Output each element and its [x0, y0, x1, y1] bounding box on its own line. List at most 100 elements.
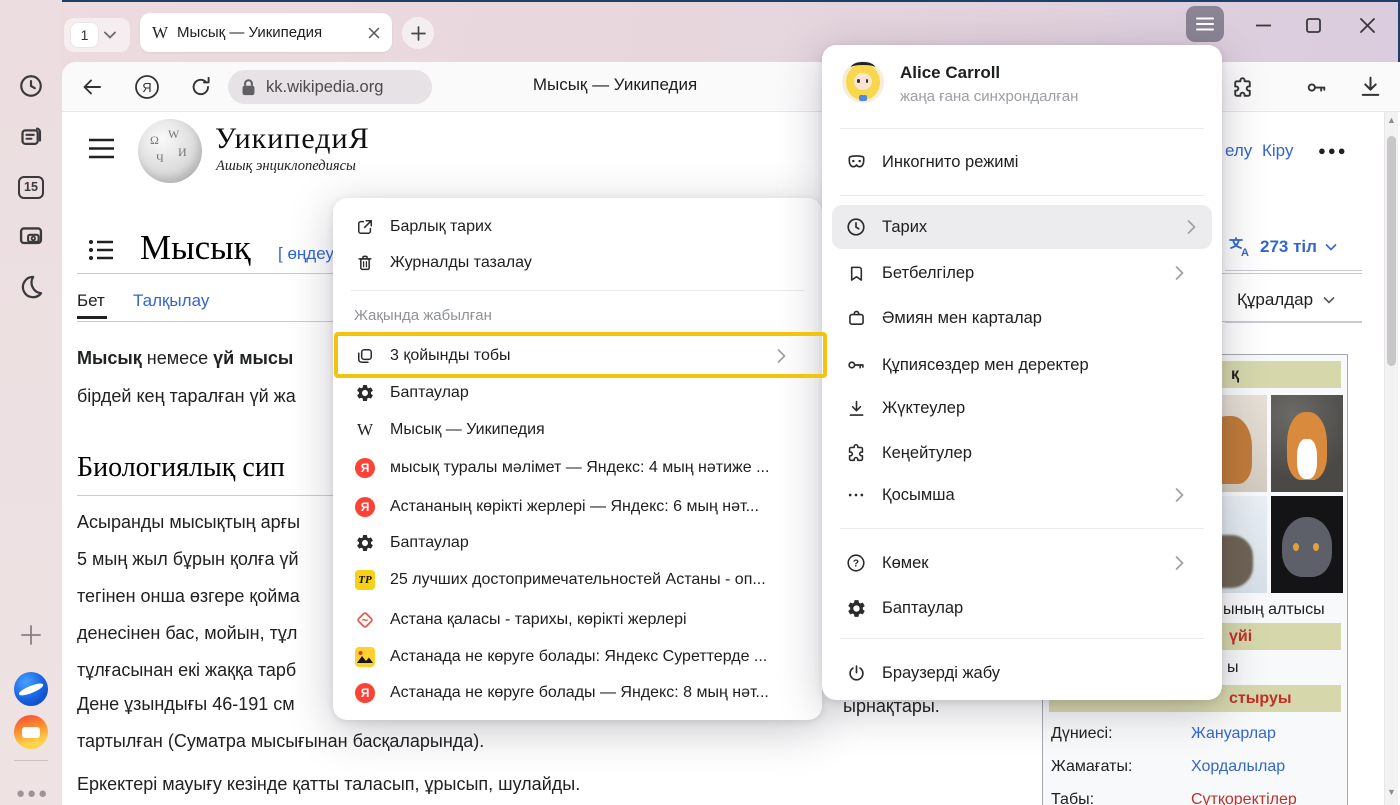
- cat-photo-orange-white[interactable]: [1271, 395, 1343, 492]
- history-entry[interactable]: Я Астананың көрікті жерлері — Яндекс: 6 …: [353, 489, 759, 525]
- menu-item-incognito[interactable]: Инкогнито режимі: [844, 140, 1018, 184]
- menu-item-wallet[interactable]: Әмиян мен карталар: [844, 296, 1042, 340]
- menu-divider: [840, 195, 1204, 196]
- menu-item-settings[interactable]: Баптаулар: [353, 375, 469, 411]
- status-value-fragment: ы: [1227, 659, 1239, 677]
- menu-item-all-history[interactable]: Барлық тарих: [353, 209, 492, 245]
- wikipedia-favicon: W: [152, 23, 168, 43]
- minimize-button[interactable]: [1252, 14, 1274, 36]
- profile-avatar[interactable]: [842, 61, 884, 103]
- taxonomy-link[interactable]: Хордалылар: [1191, 758, 1285, 776]
- sidebar-add-panel-button[interactable]: [17, 621, 45, 649]
- passwords-button[interactable]: [1304, 75, 1329, 100]
- sidebar-tabs-counter-button[interactable]: 15: [17, 173, 45, 201]
- taxonomy-link[interactable]: Сүтқоректілер: [1191, 791, 1297, 805]
- puzzle-icon: [1230, 75, 1255, 100]
- chevron-right-icon: [1175, 556, 1184, 571]
- wiki-site-title[interactable]: УикипедиЯ: [215, 122, 370, 156]
- yandex-images-favicon: [353, 647, 377, 667]
- site-favicon: [353, 610, 377, 630]
- recently-closed-header: Жақында жабылған: [354, 307, 492, 324]
- wallet-icon: [844, 308, 868, 329]
- wikipedia-logo[interactable]: ΩWИЧ: [138, 119, 202, 183]
- back-button[interactable]: [80, 75, 104, 99]
- browser-menu-button[interactable]: [1186, 6, 1224, 42]
- svg-text:A: A: [1241, 247, 1249, 258]
- wiki-site-subtitle: Ашық энциклопедиясы: [216, 158, 356, 175]
- downloads-button[interactable]: [1358, 74, 1383, 99]
- key-folder-icon: [1304, 75, 1329, 100]
- history-entry[interactable]: Я Астанада не көруге болады — Яндекс: 8 …: [353, 675, 769, 711]
- menu-item-bookmarks[interactable]: Бетбелгілер: [844, 251, 1200, 295]
- tools-dropdown[interactable]: Құралдар: [1237, 290, 1335, 310]
- scrollbar-down-arrow[interactable]: ▼: [1387, 788, 1396, 797]
- sidebar-dark-mode-button[interactable]: [17, 272, 45, 300]
- edit-link[interactable]: [ өңдеу: [278, 244, 334, 264]
- yandex-icon: Я: [134, 74, 160, 100]
- wiki-tab-talk[interactable]: Талқылау: [133, 291, 209, 311]
- scrollbar-up-arrow[interactable]: ▲: [1387, 116, 1396, 125]
- wiki-login-link[interactable]: Кіру: [1262, 141, 1293, 161]
- yandex-browser-logo[interactable]: [14, 672, 48, 706]
- paragraph-line: Мысық немесе үй мысы: [77, 348, 293, 369]
- puzzle-icon: [844, 442, 868, 464]
- menu-item-close-browser[interactable]: Браузерді жабу: [844, 651, 1000, 695]
- history-entry[interactable]: Я мысық туралы мәлімет — Яндекс: 4 мың н…: [353, 450, 769, 486]
- photo-caption-fragment: ының алтысы: [1223, 601, 1325, 619]
- wiki-toc-button[interactable]: [88, 238, 114, 262]
- sidebar-screenshot-button[interactable]: [17, 222, 45, 250]
- chevron-right-icon: [1175, 488, 1184, 503]
- sidebar-more-button[interactable]: ●●●: [16, 785, 49, 802]
- bookmark-icon: [844, 263, 868, 284]
- tab-group-counter[interactable]: 1: [64, 18, 130, 52]
- sidebar-divider: [14, 760, 48, 761]
- moon-icon: [18, 273, 45, 300]
- menu-item-settings[interactable]: Баптаулар: [844, 586, 963, 630]
- menu-item-downloads[interactable]: Жүктеулер: [844, 386, 965, 430]
- yandex-mail-icon[interactable]: [14, 715, 48, 749]
- chevron-right-icon: [1175, 266, 1184, 281]
- wiki-signup-link[interactable]: елу: [1225, 141, 1252, 161]
- dots-icon: [844, 485, 868, 505]
- sidebar-feed-button[interactable]: [17, 122, 45, 150]
- yandex-search-button[interactable]: Я: [134, 74, 160, 100]
- tab-close-icon[interactable]: [368, 27, 380, 39]
- menu-item-passwords[interactable]: Құпиясөздер мен деректер: [844, 343, 1089, 387]
- tab-title: Мысық — Уикипедия: [177, 24, 359, 41]
- close-window-button[interactable]: [1356, 14, 1378, 36]
- history-entry[interactable]: Астанада не көруге болады: Яндекс Суретт…: [353, 639, 767, 675]
- paragraph-line: денесінен бас, мойын, тұл: [77, 623, 297, 644]
- menu-item-clear-history[interactable]: Журналды тазалау: [353, 245, 532, 281]
- close-icon: [1360, 18, 1375, 33]
- cat-photo-gray[interactable]: [1271, 496, 1343, 593]
- menu-item-extensions[interactable]: Кеңейтулер: [844, 431, 972, 475]
- tab-count-badge: 1: [71, 23, 98, 47]
- history-entry[interactable]: W Мысық — Уикипедия: [353, 412, 545, 448]
- extensions-button[interactable]: [1230, 75, 1255, 100]
- reload-button[interactable]: [189, 75, 213, 99]
- sidebar-history-button[interactable]: [17, 72, 45, 100]
- scrollbar-thumb[interactable]: [1387, 136, 1396, 366]
- wiki-sidebar-toggle[interactable]: [88, 138, 115, 159]
- wiki-tab-page[interactable]: Бет: [77, 291, 105, 311]
- menu-item-help[interactable]: ? Көмек: [844, 541, 1200, 585]
- menu-item-history[interactable]: Тарих: [832, 205, 1212, 249]
- language-selector[interactable]: A 273 тіл: [1228, 236, 1337, 258]
- history-entry[interactable]: TP 25 лучших достопримечательностей Аста…: [353, 562, 766, 598]
- taxonomy-link[interactable]: Жануарлар: [1191, 725, 1276, 743]
- wiki-more-menu[interactable]: ●●●: [1318, 143, 1348, 158]
- download-icon: [844, 398, 868, 419]
- menu-item-more[interactable]: Қосымша: [844, 473, 1200, 517]
- divider: [1225, 322, 1362, 323]
- language-icon: A: [1228, 236, 1252, 258]
- maximize-button[interactable]: [1302, 14, 1324, 36]
- address-bar[interactable]: kk.wikipedia.org: [228, 70, 432, 104]
- active-tab[interactable]: W Мысық — Уикипедия: [140, 13, 392, 52]
- history-entry[interactable]: Астана қаласы - тарихы, көрікті жерлері: [353, 602, 687, 638]
- key-folder-icon: [844, 354, 868, 376]
- yandex-favicon: Я: [353, 683, 377, 703]
- history-entry-settings[interactable]: Баптаулар: [353, 525, 469, 561]
- new-tab-button[interactable]: [402, 17, 434, 49]
- maximize-icon: [1306, 18, 1321, 33]
- gear-icon: [353, 533, 377, 553]
